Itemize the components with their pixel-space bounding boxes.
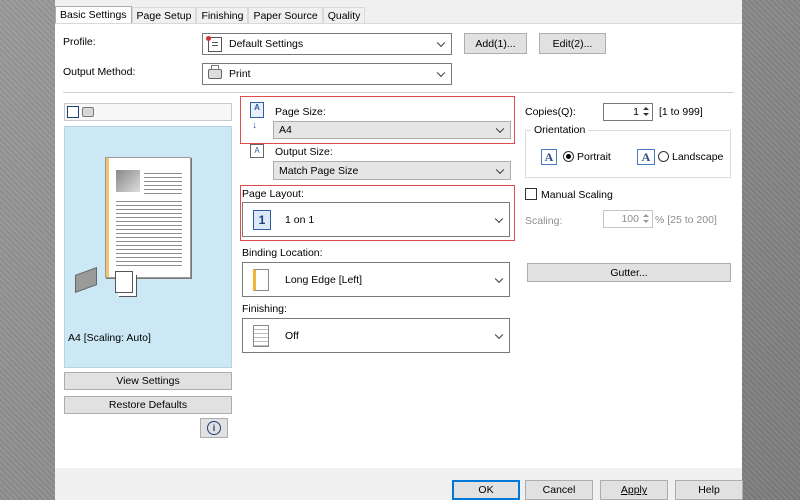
stapled-pages-icon — [115, 271, 133, 293]
finishing-select[interactable]: Off — [242, 318, 510, 353]
chevron-down-icon — [495, 165, 505, 174]
page-size-label: Page Size: — [275, 106, 326, 118]
info-icon: i — [207, 421, 221, 435]
tab-quality[interactable]: Quality — [322, 7, 366, 24]
manual-scaling-checkbox[interactable] — [525, 188, 537, 200]
scaling-range: % [25 to 200] — [655, 214, 717, 226]
manual-scaling-label: Manual Scaling — [541, 189, 613, 201]
output-method-label: Output Method: — [63, 66, 136, 78]
spin-arrows-icon[interactable] — [641, 105, 651, 119]
arrow-down-icon: ↓ — [252, 120, 257, 131]
page-layout-value: 1 on 1 — [285, 213, 315, 226]
apply-button[interactable]: Apply — [600, 480, 668, 500]
scaling-stepper[interactable]: 100 — [603, 210, 653, 228]
landscape-radio[interactable] — [658, 151, 669, 162]
chevron-down-icon — [494, 214, 504, 223]
landscape-icon: A — [637, 149, 655, 165]
portrait-radio[interactable] — [563, 151, 574, 162]
copies-range: [1 to 999] — [659, 106, 703, 118]
preview-toolbar — [64, 103, 232, 121]
page-size-icon: A — [250, 102, 264, 118]
preview-caption: A4 [Scaling: Auto] — [68, 332, 151, 344]
copies-label: Copies(Q): — [525, 106, 576, 118]
help-button[interactable]: Help — [675, 480, 743, 500]
finishing-value: Off — [285, 329, 299, 342]
edit-profile-button[interactable]: Edit(2)... — [539, 33, 606, 54]
chevron-down-icon — [494, 330, 504, 339]
gutter-button[interactable]: Gutter... — [527, 263, 731, 282]
scaling-value: 100 — [621, 213, 639, 225]
printer-properties-dialog: Basic Settings Page Setup Finishing Pape… — [55, 0, 743, 500]
copies-value: 1 — [633, 106, 639, 118]
paper-stack-icon — [75, 266, 97, 294]
view-settings-button[interactable]: View Settings — [64, 372, 232, 390]
chevron-down-icon — [495, 124, 505, 134]
orientation-label: Orientation — [531, 124, 589, 136]
printer-info-button[interactable]: i — [200, 418, 228, 438]
restore-defaults-button[interactable]: Restore Defaults — [64, 396, 232, 414]
tab-page-setup[interactable]: Page Setup — [131, 7, 197, 24]
spin-arrows-icon[interactable] — [641, 212, 651, 226]
finishing-off-icon — [253, 324, 269, 347]
output-method-select[interactable]: Print — [202, 63, 452, 85]
landscape-label: Landscape — [672, 151, 724, 163]
output-size-select[interactable]: Match Page Size — [273, 161, 511, 180]
copies-stepper[interactable]: 1 — [603, 103, 653, 121]
portrait-icon: A — [541, 149, 557, 165]
output-size-label: Output Size: — [275, 146, 333, 158]
binding-location-value: Long Edge [Left] — [285, 273, 363, 286]
finishing-label: Finishing: — [242, 303, 287, 315]
page-view-icon[interactable] — [67, 106, 79, 118]
chevron-down-icon — [436, 38, 446, 48]
portrait-label: Portrait — [577, 151, 611, 163]
page-layout-select[interactable]: 1 1 on 1 — [242, 202, 510, 237]
output-size-value: Match Page Size — [279, 164, 359, 177]
page-size-select[interactable]: A4 — [273, 121, 511, 139]
separator — [63, 92, 734, 93]
chevron-down-icon — [494, 274, 504, 283]
chevron-down-icon — [436, 68, 446, 78]
printer-icon — [208, 65, 222, 79]
binding-location-select[interactable]: Long Edge [Left] — [242, 262, 510, 297]
cancel-button[interactable]: Cancel — [525, 480, 593, 500]
page-layout-label: Page Layout: — [242, 188, 304, 200]
output-size-icon: A — [250, 144, 264, 158]
binding-location-label: Binding Location: — [242, 247, 323, 259]
tab-finishing[interactable]: Finishing — [196, 7, 249, 24]
page-preview — [105, 157, 191, 278]
scaling-label: Scaling: — [525, 215, 563, 227]
tab-strip: Basic Settings Page Setup Finishing Pape… — [55, 6, 366, 24]
profile-value: Default Settings — [229, 38, 304, 50]
ok-button[interactable]: OK — [452, 480, 520, 500]
profile-icon — [206, 35, 222, 52]
profile-select[interactable]: Default Settings — [202, 33, 452, 55]
printer-view-icon[interactable] — [82, 107, 94, 117]
page-size-value: A4 — [279, 124, 292, 136]
basic-settings-panel: Profile: Default Settings Add(1)... Edit… — [55, 23, 742, 468]
add-profile-button[interactable]: Add(1)... — [464, 33, 527, 54]
binding-edge-icon — [253, 268, 269, 291]
tab-basic-settings[interactable]: Basic Settings — [55, 6, 132, 24]
tab-paper-source[interactable]: Paper Source — [248, 7, 323, 24]
one-on-one-icon: 1 — [253, 209, 271, 230]
profile-label: Profile: — [63, 36, 96, 48]
output-method-value: Print — [229, 68, 251, 80]
